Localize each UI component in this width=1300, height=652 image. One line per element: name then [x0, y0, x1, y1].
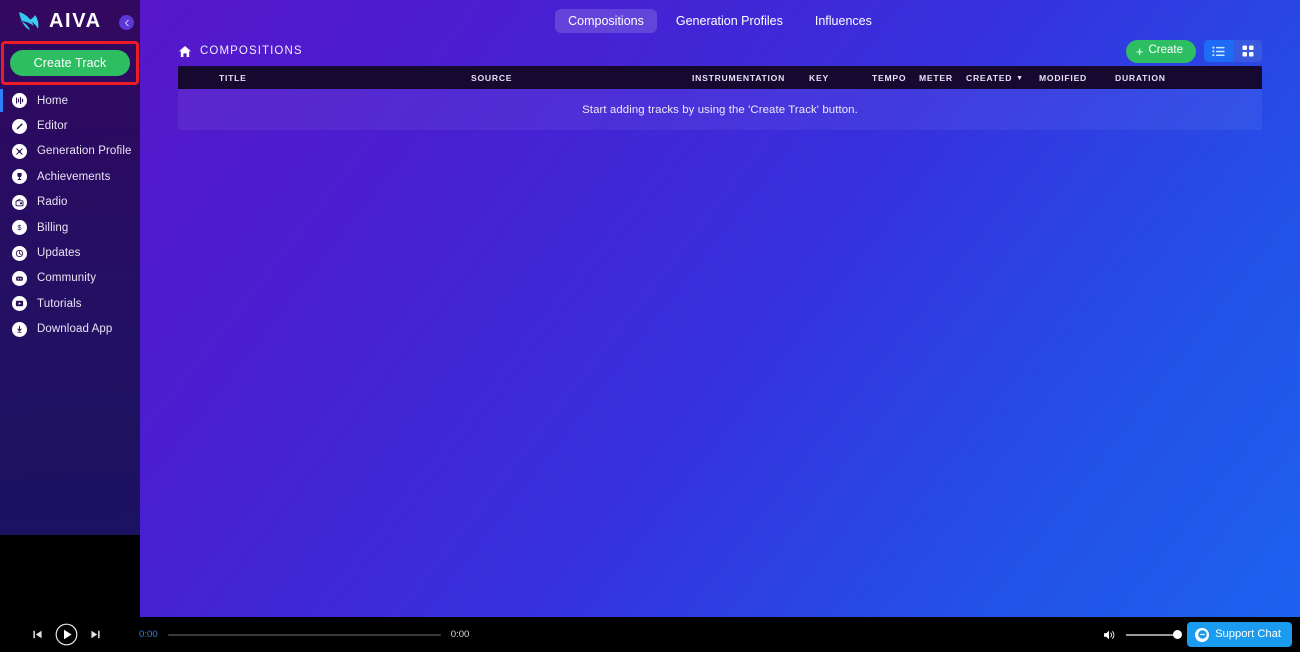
sidebar-item-label: Download App	[37, 323, 113, 336]
pencil-icon	[12, 118, 27, 134]
sliders-icon	[12, 143, 27, 159]
table-header-row: TITLE SOURCE INSTRUMENTATION KEY TEMPO M…	[178, 66, 1262, 89]
previous-track-button[interactable]	[32, 629, 43, 640]
compositions-table: TITLE SOURCE INSTRUMENTATION KEY TEMPO M…	[178, 66, 1262, 130]
sidebar-item-community[interactable]: Community	[0, 266, 140, 291]
seek-area: 0:00 0:00	[139, 629, 469, 640]
sidebar-item-label: Tutorials	[37, 297, 82, 310]
top-nav-tabs: Compositions Generation Profiles Influen…	[140, 0, 1300, 42]
sidebar-promo-slot	[0, 535, 140, 617]
sidebar-item-generation-profile[interactable]: Generation Profile	[0, 139, 140, 164]
sidebar-item-label: Billing	[37, 221, 69, 234]
sidebar-item-label: Radio	[37, 196, 68, 209]
sidebar-item-label: Achievements	[37, 170, 111, 183]
breadcrumb[interactable]: COMPOSITIONS	[178, 45, 303, 58]
column-header-title[interactable]: TITLE	[219, 73, 247, 83]
create-button-label: Create	[1148, 44, 1183, 57]
tab-influences[interactable]: Influences	[802, 9, 885, 34]
grid-view-icon	[1242, 45, 1254, 57]
skip-next-icon	[90, 629, 101, 640]
sidebar-item-tutorials[interactable]: Tutorials	[0, 291, 140, 316]
support-chat-label: Support Chat	[1215, 627, 1281, 640]
breadcrumb-label: COMPOSITIONS	[200, 45, 303, 57]
sidebar-item-download-app[interactable]: Download App	[0, 317, 140, 342]
tab-generation-profiles[interactable]: Generation Profiles	[663, 9, 796, 34]
current-time: 0:00	[139, 629, 158, 640]
sidebar-item-achievements[interactable]: Achievements	[0, 164, 140, 189]
column-header-meter[interactable]: METER	[919, 73, 953, 83]
create-track-area: Create Track	[1, 41, 139, 85]
column-header-source[interactable]: SOURCE	[471, 73, 512, 83]
download-icon	[12, 321, 27, 337]
sidebar-item-label: Community	[37, 272, 97, 285]
play-circle-icon	[55, 623, 78, 646]
volume-icon[interactable]	[1103, 629, 1117, 641]
brand-name: AIVA	[49, 10, 102, 32]
play-circle-icon	[12, 296, 27, 312]
sidebar: AIVA Create Track Home Editor Generation…	[0, 0, 140, 617]
sidebar-item-radio[interactable]: Radio	[0, 190, 140, 215]
dollar-icon: $	[12, 220, 27, 236]
view-toggle	[1204, 40, 1262, 62]
trophy-icon	[12, 169, 27, 185]
player-bar: 0:00 0:00 Support Chat	[0, 617, 1300, 652]
player-right-controls: Support Chat	[1103, 622, 1292, 647]
header-actions: + Create	[1125, 39, 1262, 63]
column-header-modified[interactable]: MODIFIED	[1039, 73, 1087, 83]
list-view-icon	[1212, 46, 1225, 57]
skip-previous-icon	[32, 629, 43, 640]
volume-slider-knob[interactable]	[1173, 629, 1183, 639]
create-button[interactable]: + Create	[1125, 39, 1196, 63]
brand-header: AIVA	[0, 0, 140, 42]
radio-icon	[12, 194, 27, 210]
sidebar-item-billing[interactable]: $ Billing	[0, 215, 140, 240]
sidebar-item-label: Home	[37, 94, 69, 107]
aiva-app-window: AIVA Create Track Home Editor Generation…	[0, 0, 1300, 652]
sidebar-item-label: Editor	[37, 120, 68, 133]
next-track-button[interactable]	[90, 629, 101, 640]
seek-slider[interactable]	[167, 633, 441, 636]
discord-icon	[12, 270, 27, 286]
play-button[interactable]	[55, 623, 78, 646]
clock-icon	[12, 245, 27, 261]
support-chat-button[interactable]: Support Chat	[1187, 622, 1292, 647]
column-header-instrumentation[interactable]: INSTRUMENTATION	[692, 73, 785, 83]
sidebar-item-editor[interactable]: Editor	[0, 113, 140, 138]
column-header-tempo[interactable]: TEMPO	[872, 73, 906, 83]
transport-controls	[32, 623, 101, 646]
column-header-duration[interactable]: DURATION	[1115, 73, 1166, 83]
svg-text:$: $	[17, 223, 22, 232]
sidebar-nav: Home Editor Generation Profile Achieveme…	[0, 88, 140, 342]
volume-slider[interactable]	[1126, 629, 1183, 639]
create-track-button[interactable]: Create Track	[10, 50, 130, 76]
sidebar-item-updates[interactable]: Updates	[0, 240, 140, 265]
column-header-created-label: CREATED	[966, 72, 1013, 83]
column-header-created[interactable]: CREATED ▼	[966, 73, 1024, 83]
home-waveform-icon	[12, 93, 27, 109]
sort-descending-icon: ▼	[1016, 74, 1024, 82]
empty-state-message: Start adding tracks by using the 'Create…	[582, 103, 858, 116]
tab-compositions[interactable]: Compositions	[555, 8, 657, 34]
chat-icon	[1195, 627, 1210, 642]
column-header-key[interactable]: KEY	[809, 73, 829, 83]
grid-view-button[interactable]	[1233, 40, 1262, 62]
plus-icon: +	[1135, 43, 1144, 59]
chevron-left-icon	[123, 19, 131, 27]
list-view-button[interactable]	[1204, 40, 1233, 62]
sidebar-collapse-button[interactable]	[119, 15, 134, 30]
aiva-bird-logo-icon	[16, 9, 42, 33]
sidebar-item-home[interactable]: Home	[0, 88, 140, 113]
home-icon	[178, 45, 192, 58]
total-time: 0:00	[450, 629, 470, 640]
sidebar-item-label: Updates	[37, 247, 81, 260]
table-body: Start adding tracks by using the 'Create…	[178, 89, 1262, 130]
sidebar-item-label: Generation Profile	[37, 145, 132, 158]
